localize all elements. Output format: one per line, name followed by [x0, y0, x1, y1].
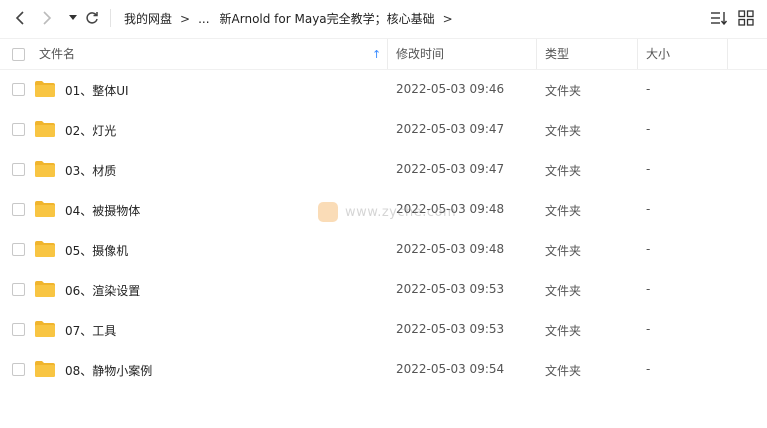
- breadcrumb-item-root[interactable]: 我的网盘: [124, 10, 172, 27]
- toolbar-divider: [110, 9, 111, 27]
- table-row[interactable]: 07、工具 2022-05-03 09:53 文件夹 -: [0, 310, 767, 350]
- file-type: 文件夹: [545, 84, 582, 98]
- history-dropdown-button[interactable]: [64, 9, 82, 27]
- file-name[interactable]: 03、材质: [65, 162, 116, 179]
- column-header-modified[interactable]: 修改时间: [388, 39, 537, 69]
- table-row[interactable]: 08、静物小案例 2022-05-03 09:54 文件夹 -: [0, 350, 767, 390]
- folder-icon: [35, 121, 55, 137]
- sort-list-icon: [711, 12, 728, 26]
- file-type: 文件夹: [545, 124, 582, 138]
- row-checkbox[interactable]: [12, 163, 25, 176]
- forward-button[interactable]: [38, 9, 56, 27]
- select-all-checkbox[interactable]: [12, 48, 25, 61]
- file-type: 文件夹: [545, 364, 582, 378]
- chevron-right-icon: [43, 11, 52, 25]
- file-modified-time: 2022-05-03 09:48: [396, 242, 505, 256]
- breadcrumb-item-current[interactable]: 新Arnold for Maya完全教学；核心基础: [220, 10, 435, 27]
- column-header-name[interactable]: 文件名: [31, 39, 388, 69]
- file-size: -: [646, 202, 651, 216]
- column-header-size[interactable]: 大小: [638, 39, 728, 69]
- folder-icon: [35, 81, 55, 97]
- toolbar: 我的网盘 > ... 新Arnold for Maya完全教学；核心基础 >: [0, 0, 767, 38]
- back-button[interactable]: [11, 9, 29, 27]
- file-type: 文件夹: [545, 324, 582, 338]
- folder-icon: [35, 321, 55, 337]
- file-type: 文件夹: [545, 164, 582, 178]
- breadcrumb-separator: >: [180, 11, 191, 26]
- column-header-type[interactable]: 类型: [537, 39, 638, 69]
- folder-icon: [35, 201, 55, 217]
- folder-icon: [35, 281, 55, 297]
- file-name[interactable]: 02、灯光: [65, 122, 116, 139]
- file-modified-time: 2022-05-03 09:47: [396, 162, 505, 176]
- file-size: -: [646, 282, 651, 296]
- file-list-header: 文件名 ↑ 修改时间 类型 大小: [0, 38, 767, 70]
- table-row[interactable]: 01、整体UI 2022-05-03 09:46 文件夹 -: [0, 70, 767, 110]
- file-size: -: [646, 242, 651, 256]
- breadcrumb-separator: >: [442, 11, 453, 26]
- file-name[interactable]: 07、工具: [65, 322, 116, 339]
- table-row[interactable]: 02、灯光 2022-05-03 09:47 文件夹 -: [0, 110, 767, 150]
- table-row[interactable]: 05、摄像机 2022-05-03 09:48 文件夹 -: [0, 230, 767, 270]
- file-size: -: [646, 122, 651, 136]
- folder-icon: [35, 241, 55, 257]
- file-size: -: [646, 162, 651, 176]
- file-name[interactable]: 01、整体UI: [65, 82, 129, 99]
- column-header-size-label: 大小: [646, 47, 671, 61]
- table-row[interactable]: 04、被摄物体 2022-05-03 09:48 文件夹 -: [0, 190, 767, 230]
- file-size: -: [646, 322, 651, 336]
- view-mode-button[interactable]: [738, 10, 756, 28]
- file-modified-time: 2022-05-03 09:53: [396, 322, 505, 336]
- file-type: 文件夹: [545, 204, 582, 218]
- table-row[interactable]: 06、渲染设置 2022-05-03 09:53 文件夹 -: [0, 270, 767, 310]
- row-checkbox[interactable]: [12, 83, 25, 96]
- row-checkbox[interactable]: [12, 243, 25, 256]
- breadcrumb-item-ellipsis[interactable]: ...: [198, 12, 209, 26]
- file-name[interactable]: 08、静物小案例: [65, 362, 152, 379]
- file-type: 文件夹: [545, 284, 582, 298]
- column-header-type-label: 类型: [545, 47, 570, 61]
- table-row[interactable]: 03、材质 2022-05-03 09:47 文件夹 -: [0, 150, 767, 190]
- caret-down-icon: [69, 15, 77, 20]
- row-checkbox[interactable]: [12, 123, 25, 136]
- file-modified-time: 2022-05-03 09:54: [396, 362, 505, 376]
- breadcrumb: 我的网盘 > ... 新Arnold for Maya完全教学；核心基础 >: [124, 10, 461, 27]
- column-header-modified-label: 修改时间: [396, 47, 445, 61]
- folder-icon: [35, 361, 55, 377]
- column-header-name-label: 文件名: [39, 47, 76, 61]
- row-checkbox[interactable]: [12, 323, 25, 336]
- file-modified-time: 2022-05-03 09:48: [396, 202, 505, 216]
- row-checkbox[interactable]: [12, 363, 25, 376]
- sort-ascending-icon: ↑: [372, 48, 382, 61]
- file-name[interactable]: 04、被摄物体: [65, 202, 140, 219]
- folder-icon: [35, 161, 55, 177]
- file-modified-time: 2022-05-03 09:46: [396, 82, 505, 96]
- grid-view-icon: [738, 10, 754, 26]
- file-name[interactable]: 06、渲染设置: [65, 282, 140, 299]
- row-checkbox[interactable]: [12, 203, 25, 216]
- sort-button[interactable]: [710, 10, 728, 28]
- refresh-icon: [86, 12, 98, 24]
- row-checkbox[interactable]: [12, 283, 25, 296]
- file-size: -: [646, 82, 651, 96]
- chevron-left-icon: [15, 11, 24, 25]
- file-modified-time: 2022-05-03 09:47: [396, 122, 505, 136]
- file-name[interactable]: 05、摄像机: [65, 242, 128, 259]
- file-modified-time: 2022-05-03 09:53: [396, 282, 505, 296]
- refresh-button[interactable]: [83, 9, 101, 27]
- file-size: -: [646, 362, 651, 376]
- file-type: 文件夹: [545, 244, 582, 258]
